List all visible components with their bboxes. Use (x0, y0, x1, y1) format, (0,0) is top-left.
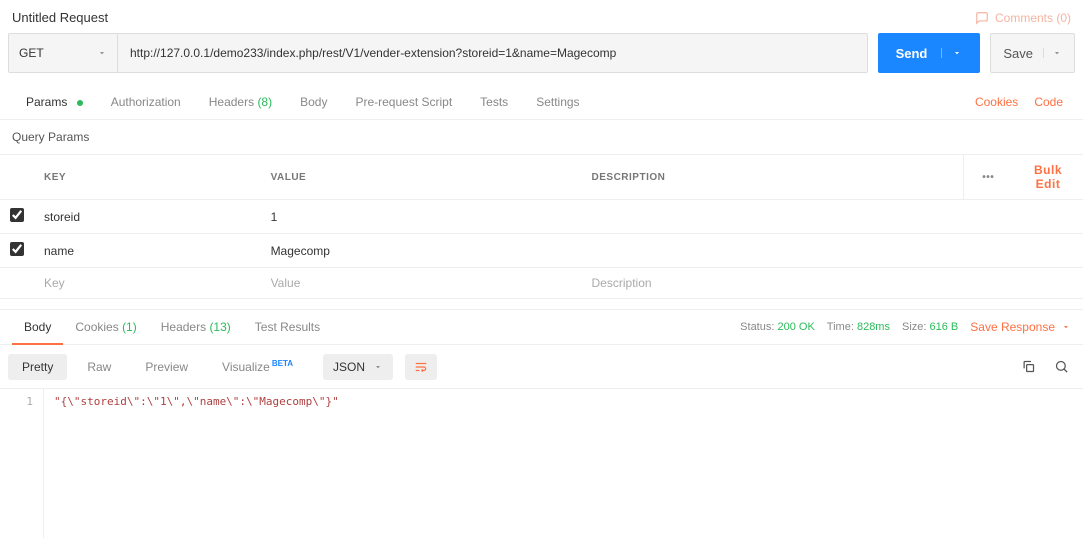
resp-tab-cookies-count: (1) (122, 320, 137, 334)
cell-key[interactable]: storeid (34, 200, 261, 234)
chevron-down-icon (952, 48, 962, 58)
chevron-down-icon (1061, 322, 1071, 332)
line-number: 1 (0, 389, 44, 538)
tab-params-label: Params (26, 95, 67, 109)
resp-tab-headers-count: (13) (209, 320, 230, 334)
comment-icon (975, 11, 989, 25)
request-title: Untitled Request (12, 10, 108, 25)
col-more[interactable]: ••• (963, 155, 1013, 200)
cell-key[interactable]: name (34, 234, 261, 268)
tab-headers-label: Headers (209, 95, 254, 109)
resp-tab-cookies-label: Cookies (75, 320, 118, 334)
resp-tab-headers-label: Headers (161, 320, 206, 334)
size-label: Size: (902, 321, 926, 333)
response-body-viewer: 1 "{\"storeid\":\"1\",\"name\":\"Magecom… (0, 388, 1083, 538)
viewer-tab-preview[interactable]: Preview (131, 354, 202, 380)
method-value: GET (19, 46, 44, 60)
tab-headers[interactable]: Headers (8) (195, 85, 286, 119)
table-row-new: Key Value Description (0, 268, 1083, 299)
send-dropdown[interactable] (941, 48, 962, 58)
chevron-down-icon (97, 48, 107, 58)
cell-desc-placeholder[interactable]: Description (582, 268, 963, 299)
query-params-table: KEY VALUE DESCRIPTION ••• Bulk Edit stor… (0, 154, 1083, 299)
save-label: Save (1003, 46, 1033, 61)
copy-button[interactable] (1015, 353, 1042, 380)
cell-desc[interactable] (582, 234, 963, 268)
params-dot-indicator (77, 100, 83, 106)
viewer-tab-raw[interactable]: Raw (73, 354, 125, 380)
send-label: Send (896, 46, 928, 61)
time-value: 828ms (857, 321, 890, 333)
tab-headers-count: (8) (257, 95, 272, 109)
save-response-button[interactable]: Save Response (970, 320, 1071, 334)
tab-settings[interactable]: Settings (522, 85, 593, 119)
beta-badge: BETA (272, 359, 293, 368)
query-params-section-label: Query Params (0, 120, 1083, 154)
tab-authorization[interactable]: Authorization (97, 85, 195, 119)
chevron-down-icon (1052, 48, 1062, 58)
tab-tests[interactable]: Tests (466, 85, 522, 119)
save-button[interactable]: Save (990, 33, 1075, 73)
resp-tab-headers[interactable]: Headers (13) (149, 310, 243, 344)
comments-button[interactable]: Comments (0) (975, 11, 1071, 25)
row-checkbox[interactable] (10, 208, 24, 222)
tab-prerequest[interactable]: Pre-request Script (341, 85, 466, 119)
save-response-label: Save Response (970, 320, 1055, 334)
row-checkbox[interactable] (10, 242, 24, 256)
viewer-tab-pretty[interactable]: Pretty (8, 354, 67, 380)
time-label: Time: (827, 321, 854, 333)
resp-tab-cookies[interactable]: Cookies (1) (63, 310, 148, 344)
cookies-link[interactable]: Cookies (967, 85, 1026, 119)
status-value: 200 OK (777, 321, 814, 333)
method-select[interactable]: GET (8, 33, 118, 73)
cell-value[interactable]: Magecomp (261, 234, 582, 268)
response-meta: Status: 200 OK Time: 828ms Size: 616 B (740, 321, 958, 333)
table-row: name Magecomp (0, 234, 1083, 268)
col-checkbox (0, 155, 34, 200)
status-label: Status: (740, 321, 774, 333)
send-button[interactable]: Send (878, 33, 981, 73)
cell-desc[interactable] (582, 200, 963, 234)
search-button[interactable] (1048, 353, 1075, 380)
bulk-edit-link[interactable]: Bulk Edit (1034, 163, 1062, 191)
resp-tab-body[interactable]: Body (12, 310, 63, 344)
chevron-down-icon (373, 362, 383, 372)
copy-icon (1021, 359, 1036, 374)
save-dropdown[interactable] (1043, 48, 1062, 58)
tab-body[interactable]: Body (286, 85, 341, 119)
code-link[interactable]: Code (1026, 85, 1071, 119)
col-value: VALUE (261, 155, 582, 200)
comments-label: Comments (0) (995, 11, 1071, 25)
col-key: KEY (34, 155, 261, 200)
tab-params[interactable]: Params (12, 85, 97, 119)
viewer-tab-visualize[interactable]: VisualizeBETA (208, 353, 307, 380)
search-icon (1054, 359, 1069, 374)
response-body-content[interactable]: "{\"storeid\":\"1\",\"name\":\"Magecomp\… (44, 389, 349, 538)
viewer-tab-visualize-label: Visualize (222, 360, 270, 374)
cell-value[interactable]: 1 (261, 200, 582, 234)
size-value: 616 B (930, 321, 959, 333)
wrap-icon (413, 360, 429, 374)
url-input[interactable]: http://127.0.0.1/demo233/index.php/rest/… (118, 33, 868, 73)
resp-tab-testresults[interactable]: Test Results (243, 310, 332, 344)
table-row: storeid 1 (0, 200, 1083, 234)
format-value: JSON (333, 360, 365, 374)
cell-value-placeholder[interactable]: Value (261, 268, 582, 299)
format-select[interactable]: JSON (323, 354, 393, 380)
cell-key-placeholder[interactable]: Key (34, 268, 261, 299)
col-description: DESCRIPTION (582, 155, 963, 200)
url-value: http://127.0.0.1/demo233/index.php/rest/… (130, 46, 616, 60)
wrap-button[interactable] (405, 354, 437, 380)
